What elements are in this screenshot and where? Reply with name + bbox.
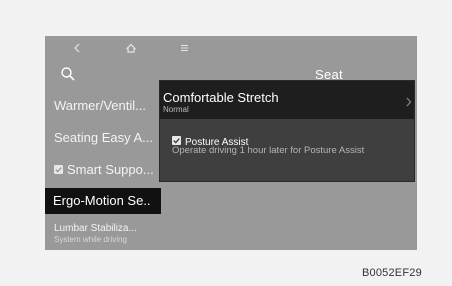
menu-item-label: Seating Easy A... — [54, 130, 154, 145]
menu-item-ergo-motion-seat[interactable]: Ergo-Motion Se.. — [45, 188, 161, 214]
chevron-left-icon[interactable] — [73, 41, 81, 55]
menu-item-label: Lumbar Stabiliza... — [54, 223, 137, 234]
menu-icon[interactable] — [180, 41, 189, 55]
menu-item-sublabel: System while driving — [54, 235, 127, 244]
option-description: Operate driving 1 hour later for Posture… — [172, 145, 365, 156]
menu-item-seating-easy-access[interactable]: Seating Easy A... — [45, 124, 161, 151]
page-title: Seat — [315, 67, 343, 82]
reference-code: B0052EF29 — [362, 267, 422, 279]
checkbox-checked-icon[interactable] — [54, 165, 63, 174]
infotainment-screen: Seat Warmer/Ventil... Seating Easy A... … — [45, 36, 417, 250]
menu-item-label: Warmer/Ventil... — [54, 98, 146, 113]
top-bar — [45, 36, 417, 64]
menu-item-label: Smart Suppo... — [67, 162, 154, 177]
popup-header[interactable]: Comfortable Stretch Normal — [160, 81, 414, 119]
comfortable-stretch-popup: Comfortable Stretch Normal Posture Assis… — [160, 81, 414, 181]
settings-menu: Warmer/Ventil... Seating Easy A... Smart… — [45, 92, 161, 250]
menu-item-label: Ergo-Motion Se.. — [53, 193, 151, 208]
menu-item-smart-support[interactable]: Smart Suppo... — [45, 156, 161, 183]
checkbox-checked-icon[interactable] — [172, 136, 181, 145]
home-icon[interactable] — [125, 41, 137, 55]
menu-item-warmer-ventilation[interactable]: Warmer/Ventil... — [45, 92, 161, 119]
popup-title: Comfortable Stretch — [163, 90, 279, 105]
popup-subtitle: Normal — [163, 105, 189, 114]
search-icon[interactable] — [60, 66, 76, 87]
chevron-right-icon — [405, 95, 412, 113]
menu-item-lumbar-stabilization[interactable]: Lumbar Stabiliza... System while driving — [45, 220, 161, 246]
page: Seat Warmer/Ventil... Seating Easy A... … — [0, 0, 452, 286]
